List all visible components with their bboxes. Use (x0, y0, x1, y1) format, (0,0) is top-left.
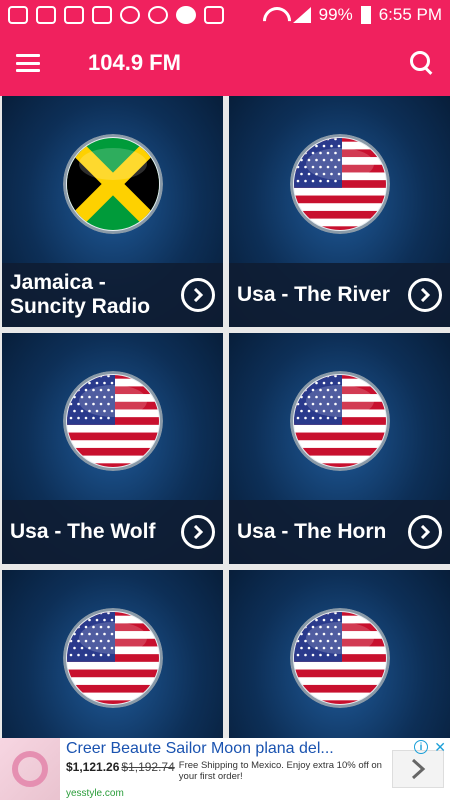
ad-title[interactable]: Creer Beaute Sailor Moon plana del... (66, 740, 386, 758)
chevron-right-icon[interactable] (181, 515, 215, 549)
app-bar: 104.9 FM (0, 30, 450, 96)
ad-price: $1,121.26 (66, 760, 120, 774)
menu-icon[interactable] (16, 54, 40, 72)
ad-body: Creer Beaute Sailor Moon plana del... $1… (60, 738, 392, 800)
chevron-right-icon[interactable] (408, 278, 442, 312)
station-card-usa-5[interactable] (2, 570, 223, 738)
wifi-icon (263, 7, 285, 23)
usa-flag-icon (62, 608, 163, 708)
station-card-usa-the-horn[interactable]: Usa - The Horn (229, 333, 450, 564)
station-caption: Usa - The River (229, 263, 450, 327)
station-caption: Usa - The Wolf (2, 500, 223, 564)
station-card-usa-6[interactable] (229, 570, 450, 738)
usa-flag-icon (289, 134, 390, 234)
usa-flag-icon (62, 371, 163, 471)
close-icon[interactable]: ✕ (434, 739, 446, 756)
signal-icon (292, 7, 311, 23)
station-name: Usa - The Wolf (10, 520, 156, 543)
ad-site: yesstyle.com (66, 788, 124, 799)
ad-old-price: $1,192.74 (121, 760, 175, 774)
battery-icon (360, 6, 371, 24)
page-title: 104.9 FM (88, 50, 181, 75)
ad-info-icon[interactable]: i (414, 740, 428, 754)
download-icon (204, 6, 224, 24)
shield-icon (120, 6, 140, 24)
chevron-right-icon[interactable] (408, 515, 442, 549)
station-card-usa-the-wolf[interactable]: Usa - The Wolf (2, 333, 223, 564)
notification-icons (8, 6, 224, 24)
search-icon[interactable] (410, 51, 434, 75)
battery-percent: 99% (318, 5, 353, 24)
station-caption: Usa - The Horn (229, 500, 450, 564)
usa-flag-icon (289, 608, 390, 708)
status-bar: 99% 6:55 PM (0, 0, 450, 30)
station-card-jamaica-suncity[interactable]: Jamaica - Suncity Radio (2, 96, 223, 327)
image-icon (92, 6, 112, 24)
clock: 6:55 PM (378, 5, 442, 24)
station-card-usa-the-river[interactable]: Usa - The River (229, 96, 450, 327)
message-icon (8, 6, 28, 24)
station-caption: Jamaica - Suncity Radio (2, 263, 223, 327)
app-icon (176, 6, 196, 24)
chevron-right-icon (411, 758, 426, 780)
station-name: Usa - The Horn (237, 520, 387, 543)
ad-banner[interactable]: Creer Beaute Sailor Moon plana del... $1… (0, 738, 450, 800)
chevron-right-icon[interactable] (181, 278, 215, 312)
ad-description: Free Shipping to Mexico. Enjoy extra 10%… (178, 760, 382, 782)
ad-image (0, 738, 60, 800)
usa-flag-icon (289, 371, 390, 471)
chrome-icon (148, 6, 168, 24)
station-name: Usa - The River (237, 283, 390, 306)
radio-icon (64, 6, 84, 24)
phone-icon (36, 6, 56, 24)
station-grid: Jamaica - Suncity Radio Usa - The River … (0, 96, 450, 738)
station-name: Jamaica - Suncity Radio (10, 271, 151, 318)
jamaica-flag-icon (62, 134, 163, 234)
